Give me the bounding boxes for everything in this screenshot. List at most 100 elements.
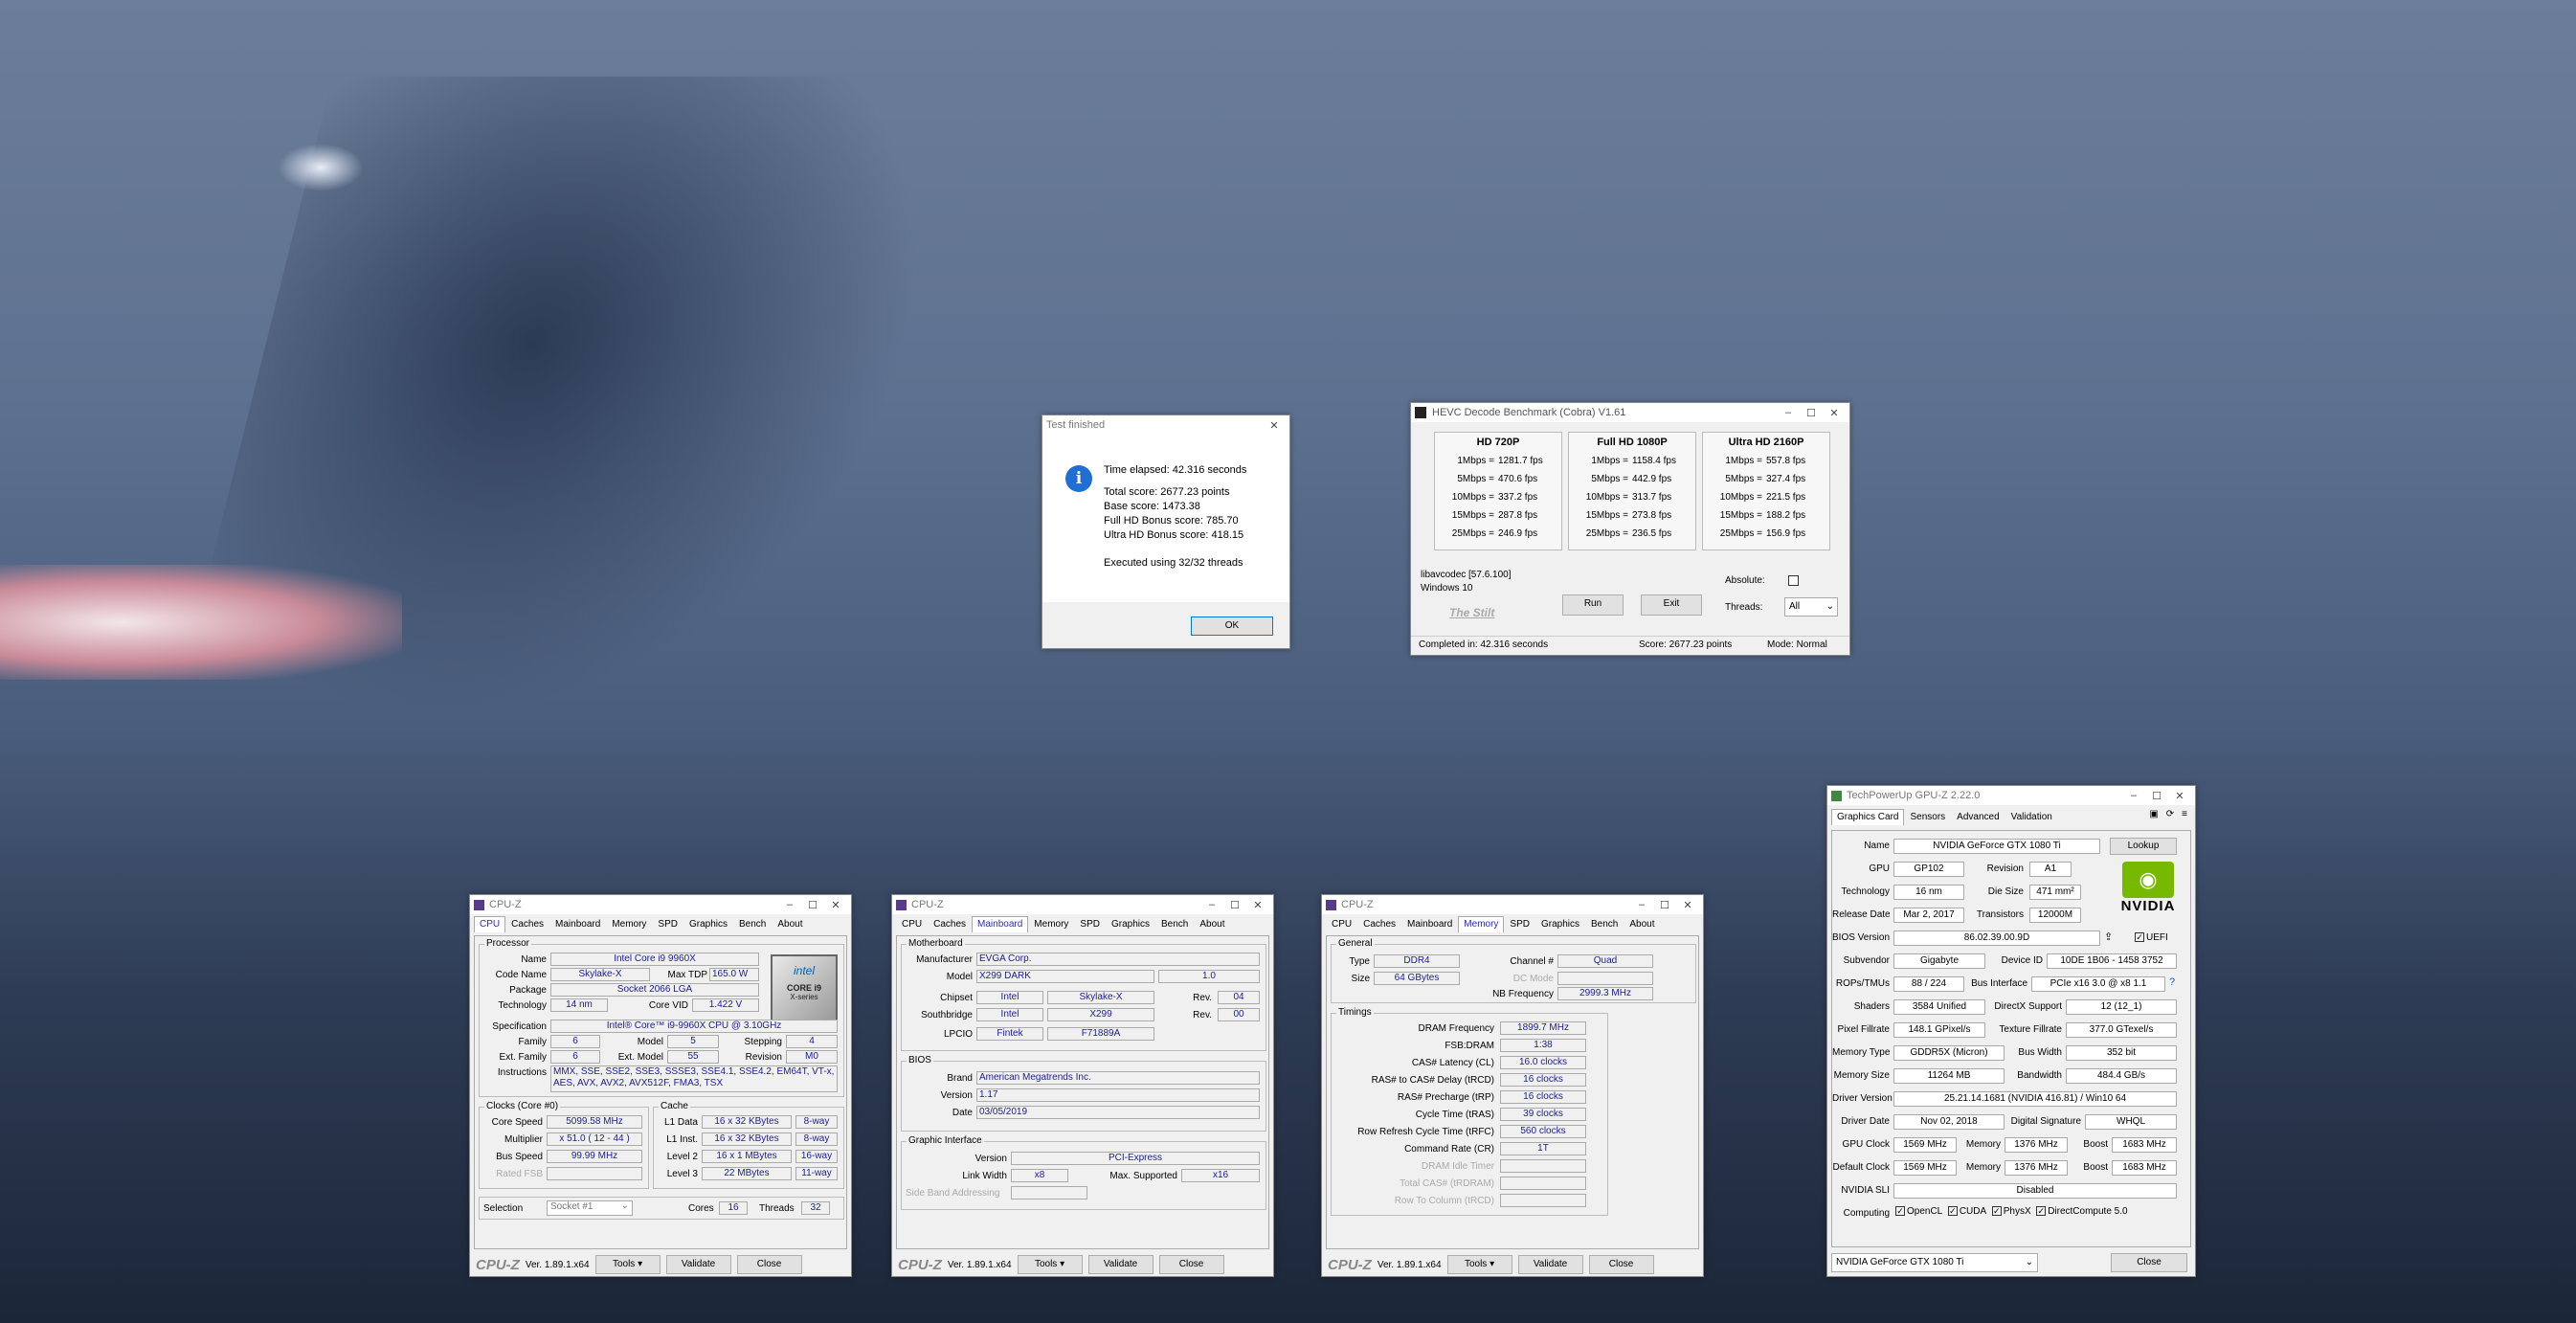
tab-caches[interactable]: Caches [928,916,972,932]
threads-label: Threads: [1725,602,1763,613]
rated-fsb [547,1167,642,1180]
tools-button[interactable]: Tools ▾ [594,1255,661,1274]
close-button[interactable]: Close [736,1255,802,1274]
status-score: Score: 2677.23 points [1639,639,1733,650]
minimize-icon[interactable]: – [1630,899,1653,910]
close-icon[interactable]: ✕ [824,899,847,911]
memory-type: DDR4 [1374,954,1460,968]
close-button[interactable]: Close [1158,1255,1224,1274]
tab-bar: CPU Caches Mainboard Memory SPD Graphics Bench… [470,914,851,932]
tab-bench[interactable]: Bench [1155,916,1194,932]
minimize-icon[interactable]: – [778,899,801,910]
timing-label: DRAM Idle Timer [1421,1161,1494,1172]
tab-bench[interactable]: Bench [1585,916,1624,932]
tab-mainboard[interactable]: Mainboard [1401,916,1458,932]
threads-used: Executed using 32/32 threads [1104,557,1243,569]
info-icon: i [1065,465,1092,492]
gpu-select[interactable]: NVIDIA GeForce GTX 1080 Ti ⌄ [1831,1253,2038,1272]
tab-spd[interactable]: SPD [1074,916,1106,932]
run-button[interactable]: Run [1562,594,1624,616]
refresh-icon[interactable]: ⟳ [2162,809,2178,825]
package: Socket 2066 LGA [550,983,759,997]
tab-spd[interactable]: SPD [652,916,683,932]
mb-model: X299 DARK [976,970,1154,983]
validate-button[interactable]: Validate [1517,1255,1583,1274]
driver-date: Nov 02, 2018 [1893,1114,2005,1130]
chevron-down-icon: ⌄ [620,1200,629,1211]
maximize-icon[interactable]: ☐ [1653,899,1676,911]
lib-version: libavcodec [57.6.100] [1421,570,1512,580]
gpuz-tab-bar: Graphics Card Sensors Advanced Validation ▣… [1827,805,2195,825]
close-icon[interactable]: ✕ [1246,899,1269,911]
tab-graphics[interactable]: Graphics [683,916,733,932]
maximize-icon[interactable]: ☐ [1800,407,1823,419]
help-icon[interactable]: ? [2169,976,2175,988]
tab-memory[interactable]: Memory [1028,916,1074,932]
specification: Intel® Core™ i9-9960X CPU @ 3.10GHz [550,1020,838,1033]
tab-cpu[interactable]: CPU [896,916,928,932]
tab-graphics[interactable]: Graphics [1106,916,1155,932]
close-icon[interactable]: ✕ [2168,790,2191,802]
tab-caches[interactable]: Caches [505,916,549,932]
menu-icon[interactable]: ≡ [2178,809,2191,825]
ok-button[interactable]: OK [1191,617,1273,636]
tab-cpu[interactable]: CPU [1326,916,1357,932]
window-title: CPU-Z [489,899,522,910]
l1-inst-way: 8-way [795,1132,838,1146]
tab-graphics[interactable]: Graphics [1535,916,1585,932]
tab-about[interactable]: About [1194,916,1230,932]
share-icon[interactable]: ⇪ [2104,931,2113,943]
maximize-icon[interactable]: ☐ [2145,790,2168,802]
cuda-check: ✓ CUDA [1947,1206,1987,1217]
tab-bench[interactable]: Bench [733,916,772,932]
tab-mainboard[interactable]: Mainboard [549,916,606,932]
tools-button[interactable]: Tools ▾ [1017,1255,1083,1274]
level-2: 16 x 1 MBytes [702,1150,792,1163]
timing-value: 16 clocks [1500,1073,1586,1087]
result-column: Ultra HD 2160P 1Mbps = 557.8 fps 5Mbps = 327… [1702,432,1830,550]
bitrate-label: 25Mbps = [1719,528,1762,539]
maximize-icon[interactable]: ☐ [1223,899,1246,911]
validate-button[interactable]: Validate [1087,1255,1154,1274]
minimize-icon[interactable]: – [1200,899,1223,910]
camera-icon[interactable]: ▣ [2145,809,2162,825]
cpuz-icon [474,899,484,910]
bitrate-label: 15Mbps = [1719,510,1762,521]
bus-width: 352 bit [2066,1045,2177,1061]
threads-select[interactable]: All ⌄ [1784,597,1838,617]
socket-select[interactable]: Socket #1 ⌄ [547,1200,633,1216]
chipset: Skylake-X [1047,991,1154,1004]
tab-memory[interactable]: Memory [606,916,652,932]
tools-button[interactable]: Tools ▾ [1446,1255,1512,1274]
close-icon[interactable]: ✕ [1823,407,1846,419]
close-icon[interactable]: ✕ [1676,899,1699,911]
close-button[interactable]: Close [1588,1255,1654,1274]
tab-spd[interactable]: SPD [1504,916,1535,932]
tab-about[interactable]: About [1624,916,1660,932]
tab-advanced[interactable]: Advanced [1951,809,2005,825]
lookup-button[interactable]: Lookup [2110,838,2177,855]
tab-mainboard[interactable]: Mainboard [972,916,1029,932]
close-icon[interactable]: ✕ [1263,419,1286,432]
clocks-panel: Clocks (Core #0) Core Speed 5099.58 MHz M… [479,1101,649,1189]
gpuz-close-button[interactable]: Close [2111,1253,2187,1272]
exit-button[interactable]: Exit [1641,594,1702,616]
absolute-checkbox[interactable] [1788,575,1799,586]
tab-caches[interactable]: Caches [1357,916,1401,932]
transistors: 12000M [2029,908,2081,923]
fps-value: 221.5 fps [1766,492,1806,503]
minimize-icon[interactable]: – [1777,407,1800,418]
minimize-icon[interactable]: – [2122,790,2145,801]
tab-memory[interactable]: Memory [1458,916,1505,932]
maximize-icon[interactable]: ☐ [801,899,824,911]
tab-validation[interactable]: Validation [2005,809,2058,825]
status-completed: Completed in: 42.316 seconds [1419,639,1549,650]
version: Ver. 1.89.1.x64 [1377,1259,1442,1270]
mb-model-rev: 1.0 [1158,970,1260,983]
tab-graphics-card[interactable]: Graphics Card [1831,809,1905,825]
tab-cpu[interactable]: CPU [474,916,506,932]
tab-about[interactable]: About [772,916,808,932]
bitrate-label: 25Mbps = [1451,528,1494,539]
validate-button[interactable]: Validate [665,1255,731,1274]
tab-sensors[interactable]: Sensors [1904,809,1951,825]
